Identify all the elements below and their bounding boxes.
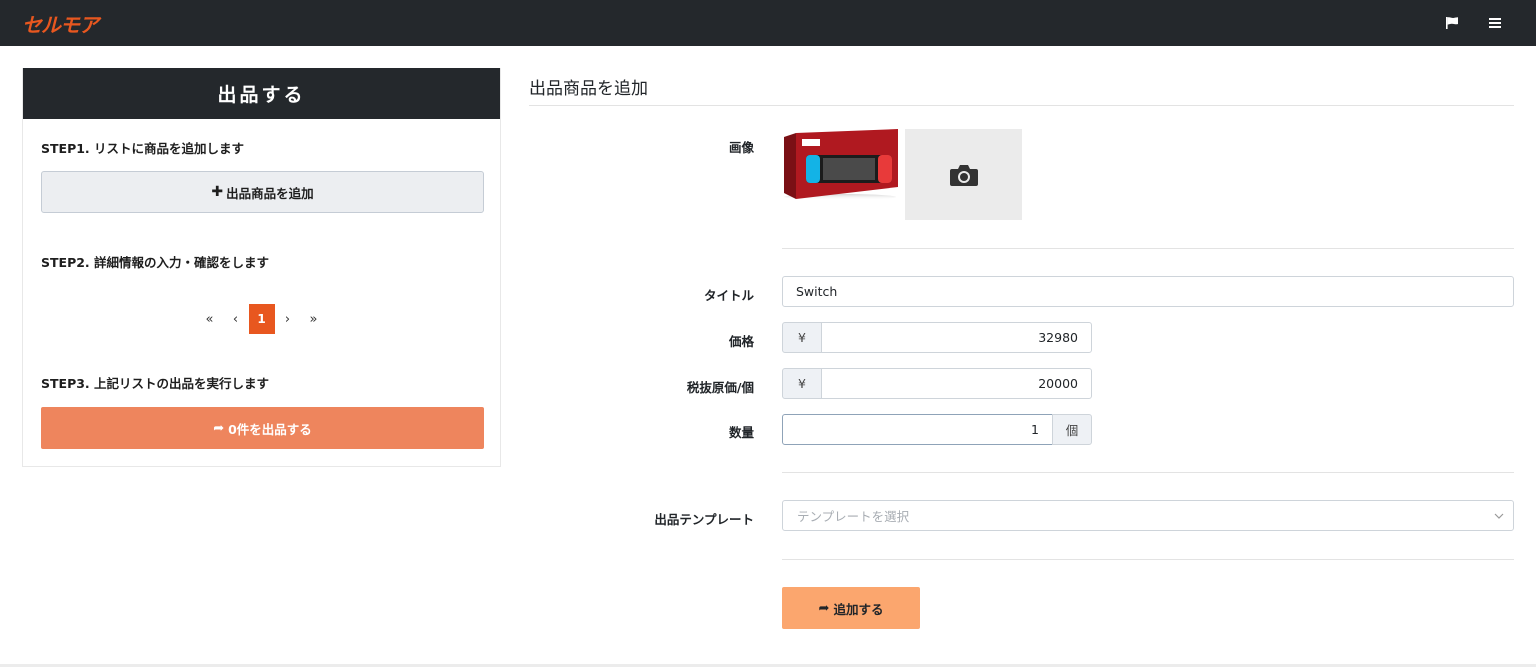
pagination: « ‹ 1 › »	[23, 304, 500, 334]
flag-icon[interactable]	[1445, 16, 1461, 30]
title-label: タイトル	[703, 288, 754, 303]
image-label: 画像	[728, 140, 754, 155]
top-navbar: セルモア	[0, 0, 1536, 46]
pager-first[interactable]: «	[197, 304, 223, 334]
panel-header: 出品する	[23, 68, 500, 119]
add-item-button[interactable]: ✚ 出品商品を追加	[41, 171, 484, 213]
template-select[interactable]: テンプレートを選択	[782, 500, 1514, 531]
camera-icon	[949, 164, 978, 186]
image-divider	[782, 248, 1514, 249]
brand-logo[interactable]: セルモア	[22, 9, 99, 38]
title-input[interactable]	[782, 276, 1514, 307]
add-item-button-label: 出品商品を追加	[226, 185, 314, 201]
price-label: 価格	[728, 334, 754, 349]
price-currency-addon: ¥	[782, 322, 822, 353]
plus-icon: ✚	[211, 184, 224, 200]
step2-label: STEP2. 詳細情報の入力・確認をします	[41, 255, 270, 270]
template-divider	[782, 559, 1514, 560]
quantity-input[interactable]	[782, 414, 1053, 445]
pager-page-current[interactable]: 1	[248, 304, 275, 334]
pager-prev[interactable]: ‹	[223, 304, 249, 334]
form-title: 出品商品を追加	[529, 79, 648, 99]
execute-listing-button-label: 0件を出品する	[228, 421, 312, 437]
listing-steps-panel: 出品する STEP1. リストに商品を追加します ✚ 出品商品を追加 STEP2…	[22, 68, 501, 467]
template-select-placeholder: テンプレートを選択	[797, 509, 910, 524]
cost-label: 税抜原価/個	[686, 380, 754, 395]
execute-listing-button[interactable]: ➦ 0件を出品する	[41, 407, 484, 449]
cost-currency-addon: ¥	[782, 368, 822, 399]
image-upload-box[interactable]	[905, 129, 1022, 220]
template-label: 出品テンプレート	[654, 512, 754, 527]
fields-divider	[782, 472, 1514, 473]
chevron-down-icon	[1494, 513, 1504, 519]
quantity-label: 数量	[728, 425, 754, 440]
step3-label: STEP3. 上記リストの出品を実行します	[41, 376, 270, 391]
add-submit-button-label: 追加する	[833, 601, 884, 617]
step1-label: STEP1. リストに商品を追加します	[41, 141, 245, 156]
share-icon: ➦	[213, 420, 225, 436]
share-icon: ➦	[818, 600, 830, 616]
menu-icon[interactable]	[1487, 16, 1503, 30]
pager-last[interactable]: »	[301, 304, 327, 334]
title-divider	[529, 105, 1514, 106]
quantity-unit-addon: 個	[1052, 414, 1092, 445]
product-thumbnail[interactable]	[782, 129, 900, 201]
pager-next[interactable]: ›	[275, 304, 301, 334]
cost-input[interactable]	[821, 368, 1092, 399]
add-submit-button[interactable]: ➦ 追加する	[782, 587, 920, 629]
price-input[interactable]	[821, 322, 1092, 353]
